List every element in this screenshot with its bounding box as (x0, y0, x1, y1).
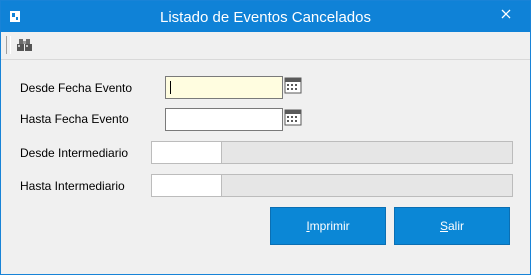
hasta-fecha-label: Hasta Fecha Evento (20, 112, 129, 126)
desde-fecha-label: Desde Fecha Evento (20, 81, 133, 95)
title-bar: Listado de Eventos Cancelados (1, 1, 530, 32)
imprimir-button[interactable]: Imprimir (270, 207, 386, 245)
toolbar (1, 32, 530, 60)
binoculars-icon (17, 39, 32, 51)
hasta-intermediario-code-input[interactable] (151, 174, 222, 197)
text-caret (170, 81, 171, 94)
salir-button[interactable]: Salir (394, 207, 510, 245)
toolbar-grip[interactable] (6, 36, 11, 54)
salir-mnemonic: S (439, 219, 448, 233)
hasta-intermediario-label: Hasta Intermediario (20, 179, 125, 193)
desde-fecha-input[interactable] (165, 76, 283, 99)
hasta-intermediario-description (221, 174, 513, 197)
calendar-icon (284, 77, 302, 94)
window-title: Listado de Eventos Cancelados (160, 9, 371, 26)
calendar-icon (284, 109, 302, 126)
imprimir-label: mprimir (309, 219, 350, 233)
hasta-fecha-input[interactable] (165, 108, 283, 131)
report-window: Listado de Eventos Cancelados Desde Fech… (0, 0, 531, 275)
hasta-fecha-calendar-button[interactable] (284, 108, 302, 126)
desde-intermediario-code-input[interactable] (151, 141, 222, 164)
desde-fecha-calendar-button[interactable] (284, 76, 302, 94)
find-button[interactable] (14, 35, 36, 55)
desde-intermediario-description (221, 141, 513, 164)
close-button[interactable] (488, 4, 524, 26)
close-icon (501, 9, 511, 19)
salir-label: alir (448, 219, 465, 233)
desde-intermediario-label: Desde Intermediario (20, 146, 129, 160)
